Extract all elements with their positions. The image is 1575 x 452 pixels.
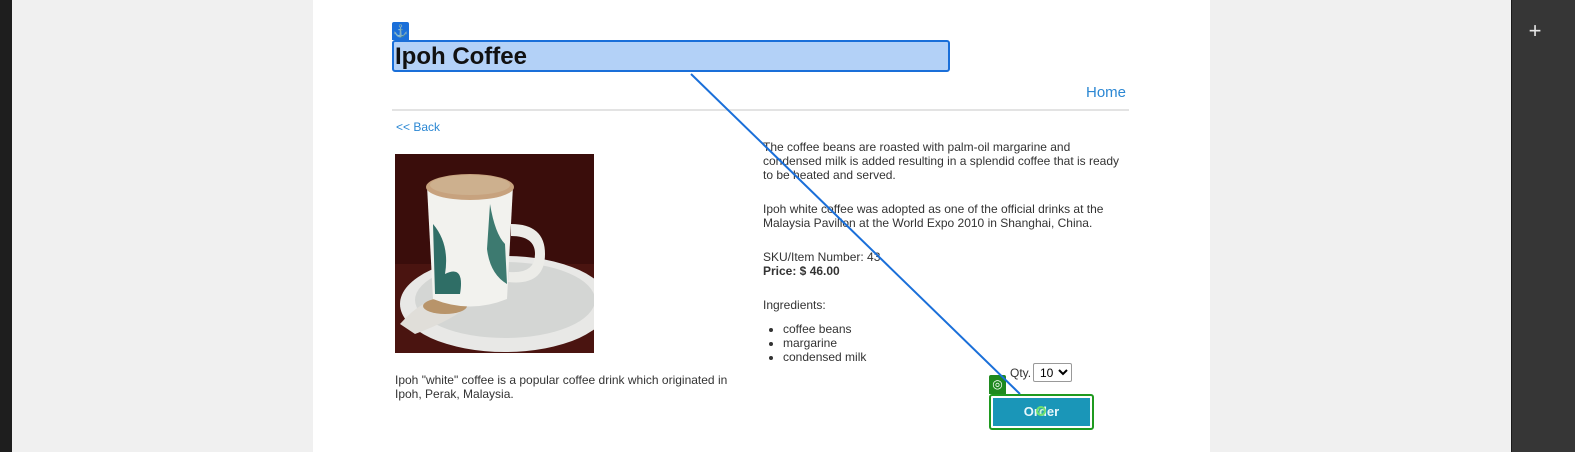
sku-label: SKU/Item Number: 43 bbox=[763, 250, 881, 264]
page-title: Ipoh Coffee bbox=[395, 43, 527, 70]
left-edge bbox=[0, 0, 12, 452]
ingredients-list: coffee beans margarine condensed milk bbox=[763, 322, 866, 364]
plus-icon[interactable]: + bbox=[1524, 18, 1546, 44]
price-label: Price: $ 46.00 bbox=[763, 264, 840, 278]
ingredients-label: Ingredients: bbox=[763, 298, 826, 312]
product-short-description: Ipoh "white" coffee is a popular coffee … bbox=[395, 373, 728, 401]
back-link[interactable]: << Back bbox=[396, 120, 440, 134]
cursor-indicator bbox=[1036, 406, 1046, 416]
list-item: condensed milk bbox=[783, 350, 866, 364]
product-description-2: Ipoh white coffee was adopted as one of … bbox=[763, 202, 1104, 230]
side-panel bbox=[1511, 0, 1575, 452]
home-link[interactable]: Home bbox=[1086, 84, 1126, 101]
product-image bbox=[395, 154, 594, 353]
target-icon: ◎ bbox=[989, 375, 1006, 394]
list-item: coffee beans bbox=[783, 322, 866, 336]
qty-select[interactable]: 10 bbox=[1033, 363, 1072, 382]
list-item: margarine bbox=[783, 336, 866, 350]
anchor-icon: ⚓ bbox=[392, 22, 409, 40]
product-description-1: The coffee beans are roasted with palm-o… bbox=[763, 140, 1119, 182]
qty-label: Qty. bbox=[1010, 366, 1032, 380]
header-divider bbox=[392, 109, 1129, 111]
